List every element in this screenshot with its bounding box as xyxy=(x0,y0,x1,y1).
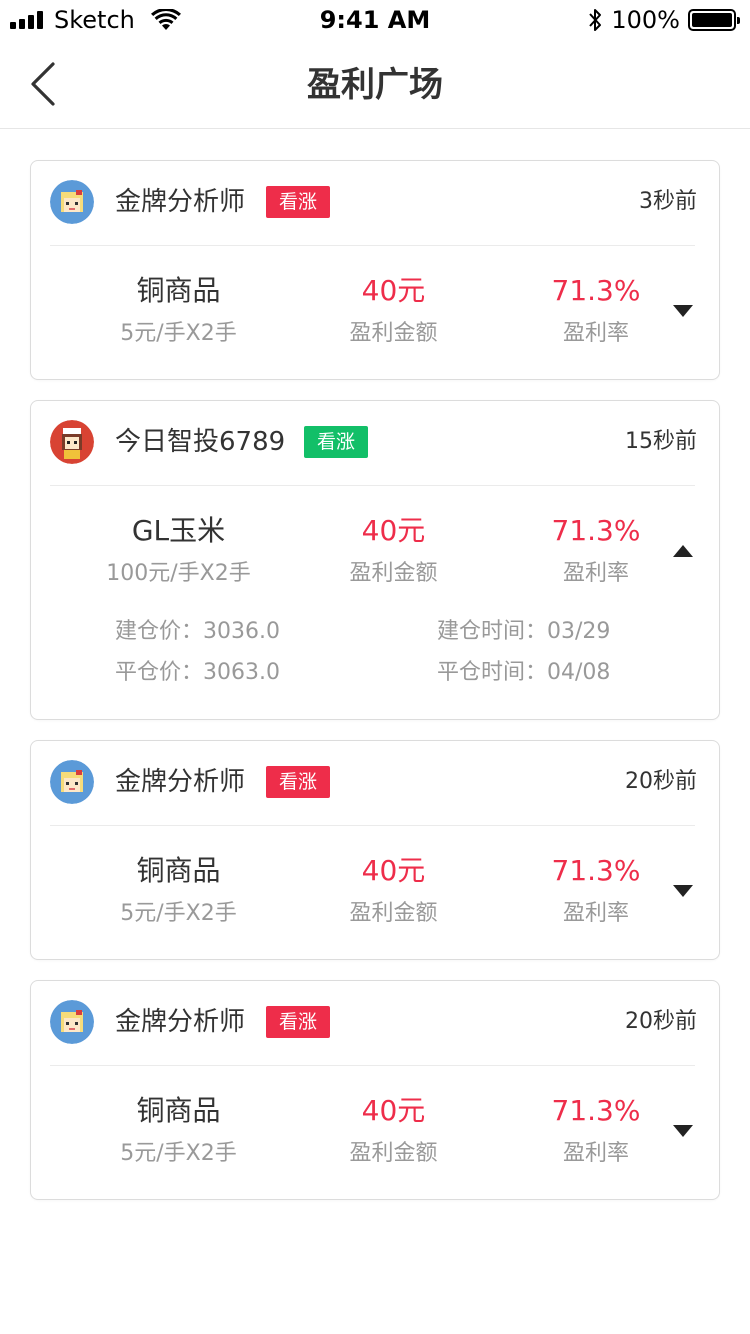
divider xyxy=(50,1065,695,1066)
profit-amount: 40元 xyxy=(361,854,426,887)
profit-rate: 71.3% xyxy=(551,1094,641,1127)
timestamp: 20秒前 xyxy=(625,1009,697,1034)
timestamp: 20秒前 xyxy=(625,769,697,794)
caret-down-icon[interactable] xyxy=(673,885,693,897)
divider xyxy=(50,485,695,486)
timestamp: 15秒前 xyxy=(625,429,697,454)
profit-rate-label: 盈利率 xyxy=(562,1141,629,1166)
divider xyxy=(50,245,695,246)
trend-badge: 看涨 xyxy=(266,186,331,218)
open-price: 建仓价：3036.0 xyxy=(115,619,280,644)
avatar xyxy=(50,1000,94,1044)
profit-amount-label: 盈利金额 xyxy=(349,561,438,586)
nav-bar: 盈利广场 xyxy=(0,40,750,129)
profit-card[interactable]: 金牌分析师 看涨 3秒前 铜商品 5元/手X2手 40元 盈利金额 71.3% … xyxy=(30,160,720,380)
profit-amount: 40元 xyxy=(361,274,426,307)
position-spec: 100元/手X2手 xyxy=(106,561,251,586)
trend-badge: 看涨 xyxy=(304,426,369,458)
profit-amount: 40元 xyxy=(361,1094,426,1127)
profit-rate: 71.3% xyxy=(551,514,641,547)
avatar xyxy=(50,760,94,804)
product-name: 铜商品 xyxy=(136,854,221,887)
avatar xyxy=(50,180,94,224)
caret-down-icon[interactable] xyxy=(673,1125,693,1137)
profit-card[interactable]: 今日智投6789 看涨 15秒前 GL玉米 100元/手X2手 40元 盈利金额… xyxy=(30,400,720,720)
profit-rate-label: 盈利率 xyxy=(562,561,629,586)
product-name: GL玉米 xyxy=(131,514,226,547)
profit-card[interactable]: 金牌分析师 看涨 20秒前 铜商品 5元/手X2手 40元 盈利金额 71.3%… xyxy=(30,740,720,960)
profit-amount: 40元 xyxy=(361,514,426,547)
close-time: 平仓时间：04/08 xyxy=(437,660,611,685)
avatar xyxy=(50,420,94,464)
page-title: 盈利广场 xyxy=(307,65,443,105)
divider xyxy=(50,825,695,826)
username: 金牌分析师 xyxy=(115,767,246,797)
timestamp: 3秒前 xyxy=(639,189,697,214)
trend-badge: 看涨 xyxy=(266,1006,331,1038)
username: 今日智投6789 xyxy=(115,427,286,457)
close-price: 平仓价：3063.0 xyxy=(115,660,280,685)
profit-amount-label: 盈利金额 xyxy=(349,901,438,926)
caret-up-icon[interactable] xyxy=(673,545,693,557)
open-time: 建仓时间：03/29 xyxy=(437,619,611,644)
trend-badge: 看涨 xyxy=(266,766,331,798)
position-spec: 5元/手X2手 xyxy=(120,901,237,926)
bluetooth-icon xyxy=(589,9,602,31)
battery-percent: 100% xyxy=(611,6,680,34)
product-name: 铜商品 xyxy=(136,274,221,307)
profit-rate-label: 盈利率 xyxy=(562,321,629,346)
profit-amount-label: 盈利金额 xyxy=(349,321,438,346)
battery-icon xyxy=(688,9,740,31)
username: 金牌分析师 xyxy=(115,1007,246,1037)
position-spec: 5元/手X2手 xyxy=(120,321,237,346)
profit-rate: 71.3% xyxy=(551,854,641,887)
status-bar: Sketch 9:41 AM 100% xyxy=(0,0,750,40)
profit-amount-label: 盈利金额 xyxy=(349,1141,438,1166)
username: 金牌分析师 xyxy=(115,187,246,217)
position-spec: 5元/手X2手 xyxy=(120,1141,237,1166)
profit-rate: 71.3% xyxy=(551,274,641,307)
product-name: 铜商品 xyxy=(136,1094,221,1127)
caret-down-icon[interactable] xyxy=(673,305,693,317)
profit-card[interactable]: 金牌分析师 看涨 20秒前 铜商品 5元/手X2手 40元 盈利金额 71.3%… xyxy=(30,980,720,1200)
profit-rate-label: 盈利率 xyxy=(562,901,629,926)
